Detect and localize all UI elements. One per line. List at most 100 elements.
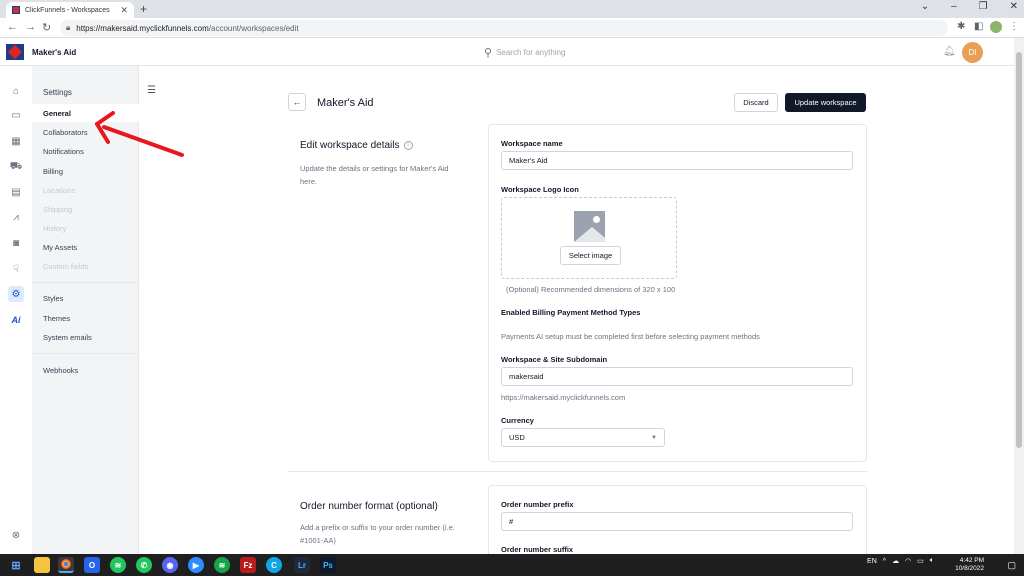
tab-title: ClickFunnels - Workspaces bbox=[25, 6, 110, 14]
language-indicator[interactable]: EN bbox=[867, 558, 877, 565]
whatsapp-icon[interactable]: ✆ bbox=[136, 557, 152, 573]
search-icon: ⚲ bbox=[484, 47, 493, 59]
window-controls: ⌄ – ❐ ✕ bbox=[921, 1, 1018, 12]
lock-icon: 🔒︎ bbox=[66, 23, 71, 32]
tab-close-icon[interactable]: ✕ bbox=[120, 5, 128, 16]
spotify-alt-icon[interactable]: ≋ bbox=[214, 557, 230, 573]
minimize-icon[interactable]: – bbox=[951, 1, 957, 12]
discard-button[interactable]: Discard bbox=[734, 93, 778, 112]
bell-icon[interactable]: 🔔︎ bbox=[943, 46, 956, 57]
notification-icon[interactable]: ▢ bbox=[1007, 560, 1016, 571]
calendar-icon[interactable]: ▦ bbox=[8, 133, 24, 149]
address-bar-row: ← → ↻ 🔒︎ https://makersaid.myclickfunnel… bbox=[0, 18, 1024, 38]
help-lifebuoy-icon[interactable]: ⊗ bbox=[8, 527, 24, 543]
cart-icon[interactable]: ⛟ bbox=[8, 159, 24, 175]
discord-icon[interactable]: ◉ bbox=[162, 557, 178, 573]
info-icon[interactable]: i bbox=[403, 140, 413, 150]
page-scrollbar[interactable] bbox=[1014, 38, 1024, 554]
subdomain-input[interactable]: makersaid bbox=[501, 367, 853, 386]
currency-label: Currency bbox=[501, 416, 534, 425]
back-arrow-icon[interactable]: ← bbox=[7, 21, 18, 33]
currency-select[interactable]: USD ▼ bbox=[501, 428, 665, 447]
sidebar-item-general[interactable]: General bbox=[32, 104, 139, 122]
close-window-icon[interactable]: ✕ bbox=[1010, 1, 1018, 12]
hamburger-menu-icon[interactable]: ☰ bbox=[147, 85, 156, 96]
url-host: https://makersaid.myclickfunnels.com bbox=[76, 23, 209, 33]
ai-icon[interactable]: Ai bbox=[8, 312, 24, 328]
logo-label: Workspace Logo Icon bbox=[501, 185, 579, 194]
analytics-icon[interactable]: ⩘ bbox=[8, 209, 24, 225]
sidebar-item-system-emails[interactable]: System emails bbox=[32, 328, 139, 346]
sidebar-item-billing[interactable]: Billing bbox=[32, 162, 139, 180]
user-avatar[interactable]: DI bbox=[962, 42, 983, 63]
lightroom-icon[interactable]: Lr bbox=[294, 557, 310, 573]
workspace-name[interactable]: Maker's Aid bbox=[32, 48, 76, 57]
section-description: Update the details or settings for Maker… bbox=[300, 164, 449, 186]
sidebar-item-collaborators[interactable]: Collaborators bbox=[32, 123, 139, 141]
logo-dropzone[interactable]: Select image bbox=[501, 197, 677, 279]
reload-icon[interactable]: ↻ bbox=[42, 21, 51, 34]
sidebar-item-locations: Locations bbox=[43, 185, 76, 195]
section-title-order-format: Order number format (optional) bbox=[300, 501, 438, 512]
browser-window-icon[interactable]: ▭ bbox=[8, 107, 24, 123]
chrome-icon[interactable] bbox=[58, 557, 74, 573]
browser-menu-icon[interactable]: ⋮ bbox=[1009, 21, 1019, 32]
filezilla-icon[interactable]: Fz bbox=[240, 557, 256, 573]
scrollbar-thumb[interactable] bbox=[1016, 52, 1022, 448]
sidebar-item-styles[interactable]: Styles bbox=[32, 289, 139, 307]
search-input[interactable]: Search for anything bbox=[496, 48, 565, 57]
section-divider bbox=[288, 471, 867, 472]
spotify-icon[interactable]: ≋ bbox=[110, 557, 126, 573]
windows-start-icon[interactable]: ⊞ bbox=[8, 557, 24, 573]
url-path: /account/workspaces/edit bbox=[208, 23, 299, 33]
workspace-name-input[interactable]: Maker's Aid bbox=[501, 151, 853, 170]
browser-tab[interactable]: ClickFunnels - Workspaces ✕ bbox=[6, 2, 134, 18]
url-input[interactable]: 🔒︎ https://makersaid.myclickfunnels.com/… bbox=[60, 20, 948, 36]
profile-avatar-icon[interactable] bbox=[990, 21, 1002, 33]
clock[interactable]: 4:42 PM 10/8/2022 bbox=[955, 557, 984, 573]
outlook-icon[interactable]: O bbox=[84, 557, 100, 573]
payments-hand-icon[interactable]: ☟ bbox=[8, 261, 24, 277]
forward-arrow-icon[interactable]: → bbox=[25, 21, 36, 33]
restore-icon[interactable]: ❐ bbox=[979, 1, 988, 12]
tray-chevron-icon[interactable]: ^ bbox=[883, 558, 886, 565]
sidebar-item-webhooks[interactable]: Webhooks bbox=[32, 361, 139, 379]
order-format-description: Add a prefix or suffix to your order num… bbox=[300, 523, 455, 545]
cloud-icon[interactable]: ☁ bbox=[892, 557, 899, 565]
photoshop-icon[interactable]: Ps bbox=[320, 557, 336, 573]
global-search[interactable]: ⚲ Search for anything bbox=[484, 46, 565, 59]
page-title: Maker's Aid bbox=[317, 97, 374, 109]
volume-icon[interactable]: 🔈︎ bbox=[930, 557, 934, 565]
billing-methods-helper: Payments AI setup must be completed firs… bbox=[501, 332, 760, 341]
section-title-text: Edit workspace details bbox=[300, 140, 400, 151]
contacts-card-icon[interactable]: ▤ bbox=[8, 184, 24, 200]
home-icon[interactable]: ⌂ bbox=[8, 83, 24, 99]
subdomain-url: https://makersaid.myclickfunnels.com bbox=[501, 393, 626, 402]
settings-gear-icon[interactable]: ⚙ bbox=[8, 286, 24, 302]
sidebar-item-my-assets[interactable]: My Assets bbox=[32, 238, 139, 256]
order-prefix-input[interactable]: # bbox=[501, 512, 853, 531]
new-tab-button[interactable]: + bbox=[140, 2, 147, 16]
clickfunnels-favicon-icon bbox=[12, 6, 20, 14]
chevron-down-icon[interactable]: ⌄ bbox=[921, 1, 929, 12]
sidebar-divider bbox=[32, 353, 139, 354]
back-button[interactable]: ← bbox=[288, 93, 306, 111]
zoom-icon[interactable]: ▶ bbox=[188, 557, 204, 573]
order-suffix-label: Order number suffix bbox=[501, 545, 574, 554]
select-image-button[interactable]: Select image bbox=[560, 246, 621, 265]
extensions-puzzle-icon[interactable]: ✱ bbox=[957, 21, 965, 32]
app-header: Maker's Aid ⚲ Search for anything 🔔︎ DI bbox=[0, 38, 1014, 66]
camera-icon[interactable]: ◙ bbox=[8, 235, 24, 251]
sidebar-item-themes[interactable]: Themes bbox=[32, 309, 139, 327]
settings-sidebar: Settings General Collaborators Notificat… bbox=[32, 66, 139, 554]
clickfunnels-logo-icon[interactable] bbox=[6, 44, 24, 60]
wifi-icon[interactable]: ◠ bbox=[905, 557, 911, 565]
update-workspace-button[interactable]: Update workspace bbox=[785, 93, 866, 112]
file-explorer-icon[interactable] bbox=[34, 557, 50, 573]
side-panel-icon[interactable]: ◧ bbox=[974, 21, 983, 32]
battery-icon[interactable]: ▭ bbox=[917, 557, 924, 565]
sidebar-item-notifications[interactable]: Notifications bbox=[32, 142, 139, 160]
currency-value: USD bbox=[509, 433, 525, 442]
billing-methods-label: Enabled Billing Payment Method Types bbox=[501, 308, 641, 317]
edge-icon[interactable]: C bbox=[266, 557, 282, 573]
